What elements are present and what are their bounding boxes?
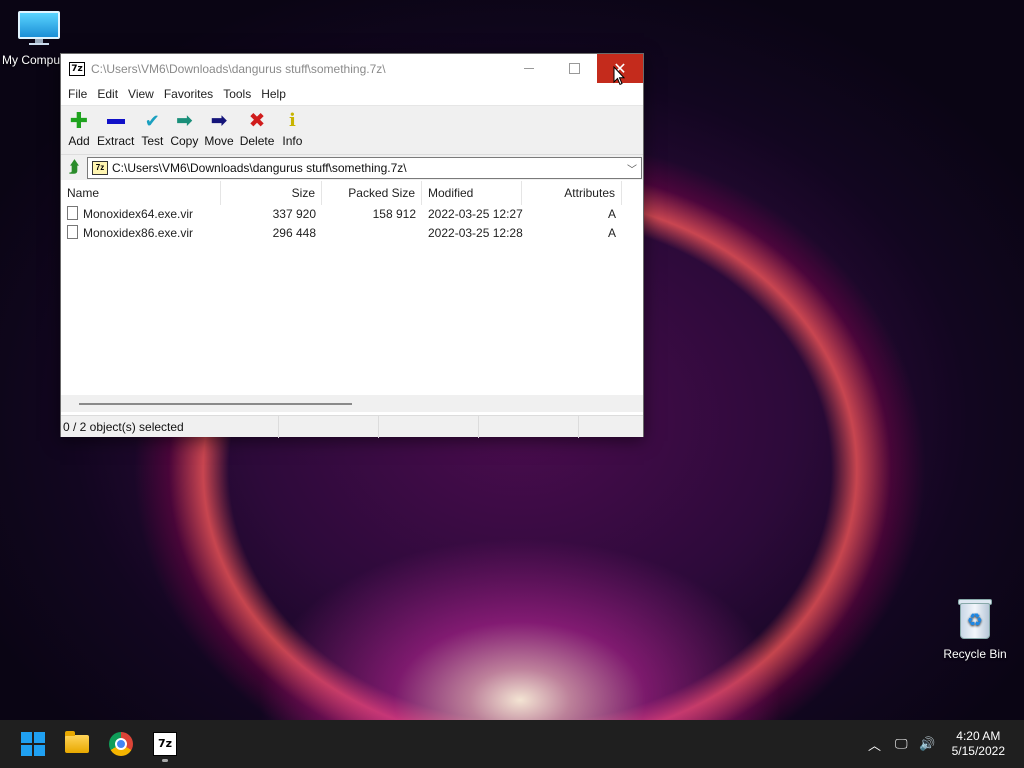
toolbar-label: Extract <box>97 134 135 148</box>
title-bar[interactable]: 7z C:\Users\VM6\Downloads\dangurus stuff… <box>61 54 643 83</box>
file-list: Name Size Packed Size Modified Attribute… <box>61 181 643 415</box>
minus-icon <box>104 110 128 132</box>
menu-bar: File Edit View Favorites Tools Help <box>61 83 643 105</box>
file-attributes: A <box>607 207 616 221</box>
minimize-button[interactable] <box>506 54 551 83</box>
taskbar: 7z ︿ 🖵 🔊 4:20 AM 5/15/2022 <box>0 720 1024 768</box>
volume-icon[interactable]: 🔊 <box>919 720 935 768</box>
menu-help[interactable]: Help <box>256 87 291 101</box>
column-header-packed-size[interactable]: Packed Size <box>322 181 422 205</box>
copy-button[interactable]: ➡ Copy <box>167 106 201 148</box>
file-attributes: A <box>607 226 616 240</box>
address-bar: ⮭ 7z C:\Users\VM6\Downloads\dangurus stu… <box>61 154 643 180</box>
address-text: C:\Users\VM6\Downloads\dangurus stuff\so… <box>112 160 407 175</box>
arrow-right-icon: ➡ <box>210 110 228 132</box>
status-text: 0 / 2 object(s) selected <box>61 416 279 438</box>
start-button[interactable] <box>21 732 45 756</box>
toolbar-label: Copy <box>170 134 199 148</box>
column-header-attributes[interactable]: Attributes <box>522 181 622 205</box>
add-button[interactable]: ✚ Add <box>64 106 94 149</box>
address-input[interactable]: 7z C:\Users\VM6\Downloads\dangurus stuff… <box>87 156 642 179</box>
desktop-icon-recycle-bin[interactable]: ♻ Recycle Bin <box>935 597 1015 661</box>
file-icon <box>67 225 78 239</box>
status-bar: 0 / 2 object(s) selected <box>61 415 643 438</box>
file-icon <box>67 206 78 220</box>
status-cell <box>279 416 379 438</box>
sevenzip-app-icon: 7z <box>69 61 85 76</box>
toolbar-label: Add <box>68 134 90 148</box>
menu-tools[interactable]: Tools <box>218 87 256 101</box>
file-modified: 2022-03-25 12:27 <box>428 207 523 221</box>
mouse-cursor-icon <box>613 66 625 86</box>
sevenzip-window: 7z C:\Users\VM6\Downloads\dangurus stuff… <box>60 53 644 438</box>
plus-icon: ✚ <box>69 108 89 133</box>
status-cell <box>479 416 579 438</box>
file-size: 296 448 <box>272 226 316 240</box>
scrollbar-thumb[interactable] <box>79 403 352 405</box>
maximize-button[interactable] <box>552 54 597 83</box>
file-explorer-icon[interactable] <box>65 731 89 753</box>
menu-file[interactable]: File <box>63 87 92 101</box>
file-name: Monoxidex64.exe.vir <box>83 207 194 221</box>
column-header-name[interactable]: Name <box>61 181 221 205</box>
recycle-bin-icon: ♻ <box>957 597 993 641</box>
chevron-down-icon[interactable]: ﹀ <box>627 161 637 176</box>
file-modified: 2022-03-25 12:28 <box>428 226 523 240</box>
info-icon: i <box>288 110 296 131</box>
menu-favorites[interactable]: Favorites <box>159 87 218 101</box>
folder-up-icon: ⮭ <box>69 158 79 176</box>
status-cell <box>379 416 479 438</box>
list-header: Name Size Packed Size Modified Attribute… <box>61 181 643 205</box>
archive-icon: 7z <box>92 160 108 175</box>
desktop-icon-label: Recycle Bin <box>943 647 1007 661</box>
move-button[interactable]: ➡ Move <box>201 106 236 148</box>
delete-button[interactable]: ✖ Delete <box>237 106 278 148</box>
menu-edit[interactable]: Edit <box>92 87 123 101</box>
table-row[interactable]: Monoxidex86.exe.vir 296 448 2022-03-25 1… <box>61 224 643 243</box>
chrome-icon[interactable] <box>109 732 133 756</box>
toolbar-label: Move <box>204 134 234 148</box>
check-icon: ✔ <box>144 111 160 131</box>
column-header-modified[interactable]: Modified <box>422 181 522 205</box>
clock-date: 5/15/2022 <box>951 744 1005 758</box>
info-button[interactable]: i Info <box>277 106 307 148</box>
x-icon: ✖ <box>248 110 266 132</box>
horizontal-scrollbar[interactable] <box>61 395 643 412</box>
active-app-indicator <box>162 759 168 762</box>
file-packed-size: 158 912 <box>372 207 416 221</box>
up-folder-button[interactable]: ⮭ <box>61 156 87 180</box>
show-hidden-icons-button[interactable]: ︿ <box>868 720 881 768</box>
menu-view[interactable]: View <box>123 87 159 101</box>
network-icon[interactable]: 🖵 <box>895 720 908 768</box>
toolbar-label: Test <box>141 134 164 148</box>
toolbar: ✚ Add Extract ✔ Test ➡ Copy ➡ Move ✖ Del… <box>61 105 643 154</box>
monitor-icon <box>18 11 60 45</box>
file-size: 337 920 <box>272 207 316 221</box>
table-row[interactable]: Monoxidex64.exe.vir 337 920 158 912 2022… <box>61 205 643 224</box>
test-button[interactable]: ✔ Test <box>137 106 167 148</box>
arrow-right-icon: ➡ <box>175 110 193 132</box>
toolbar-label: Delete <box>239 134 275 148</box>
window-title: C:\Users\VM6\Downloads\dangurus stuff\so… <box>91 61 386 76</box>
file-packed-size <box>322 224 422 243</box>
column-header-size[interactable]: Size <box>221 181 322 205</box>
extract-button[interactable]: Extract <box>94 106 137 148</box>
toolbar-label: Info <box>282 134 303 148</box>
file-name: Monoxidex86.exe.vir <box>83 226 194 240</box>
chevron-up-icon: ︿ <box>868 737 882 753</box>
sevenzip-taskbar-icon[interactable]: 7z <box>153 732 177 756</box>
clock[interactable]: 4:20 AM 5/15/2022 <box>952 729 1005 759</box>
clock-time: 4:20 AM <box>956 729 1001 743</box>
